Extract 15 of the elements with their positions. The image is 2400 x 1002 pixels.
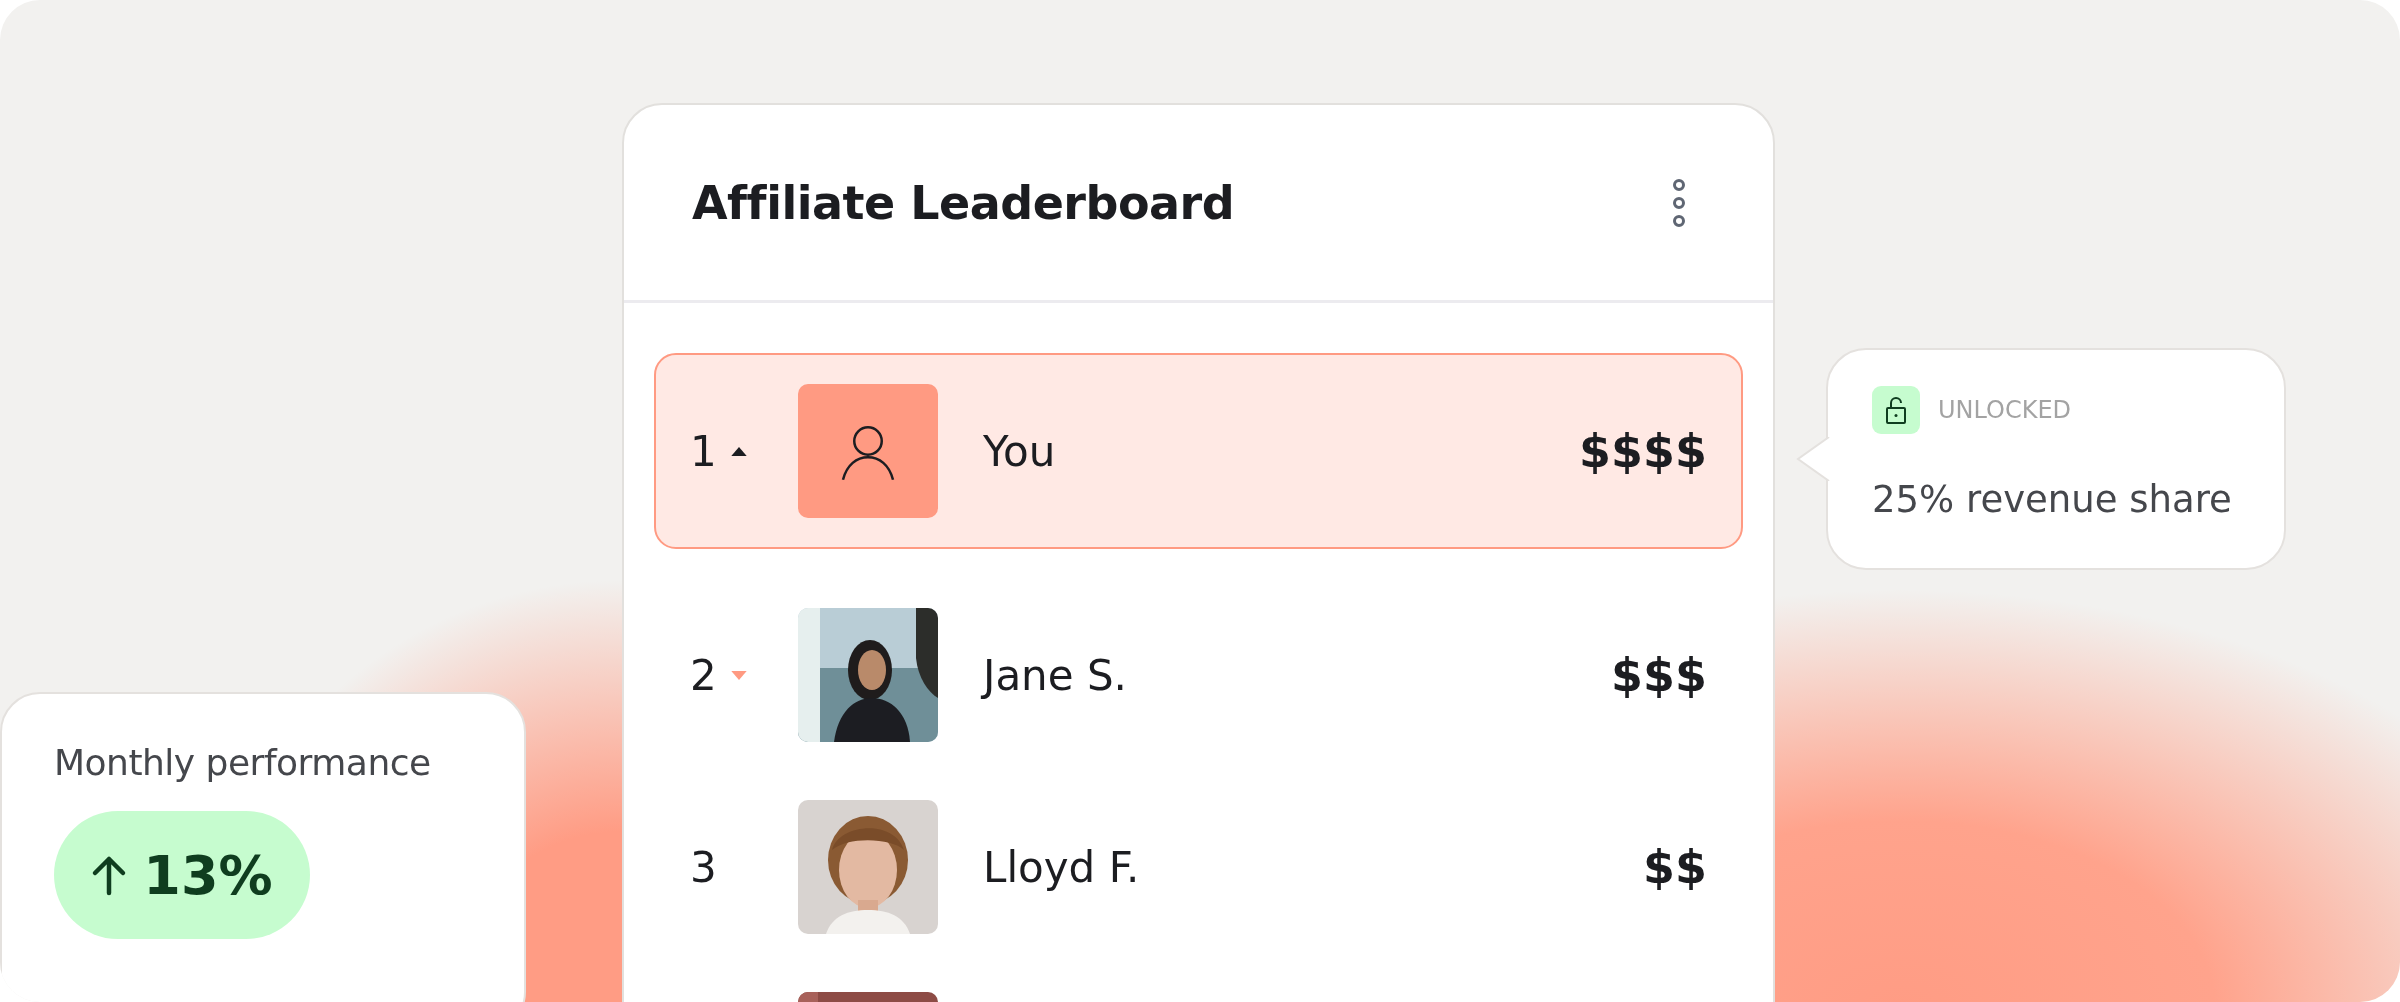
rank-number: 2 <box>690 650 717 700</box>
unlocked-lock-icon <box>1872 386 1920 434</box>
status-label: UNLOCKED <box>1938 396 2072 424</box>
earnings-amount: $$$ <box>1610 648 1707 702</box>
user-name: Lloyd F. <box>983 842 1141 892</box>
change-badge: 13% <box>54 811 310 939</box>
rank-number: 3 <box>690 842 717 892</box>
earnings-amount: $$$$ <box>1578 424 1707 478</box>
reward-text: 25% revenue share <box>1872 478 2233 521</box>
earnings-amount: $$ <box>1643 840 1707 894</box>
user-name: You <box>983 426 1057 476</box>
rank-number: 1 <box>690 426 717 476</box>
card-label: Monthly performance <box>54 742 432 783</box>
more-options-icon[interactable] <box>1671 178 1687 227</box>
card-title: Affiliate Leaderboard <box>692 175 1235 230</box>
